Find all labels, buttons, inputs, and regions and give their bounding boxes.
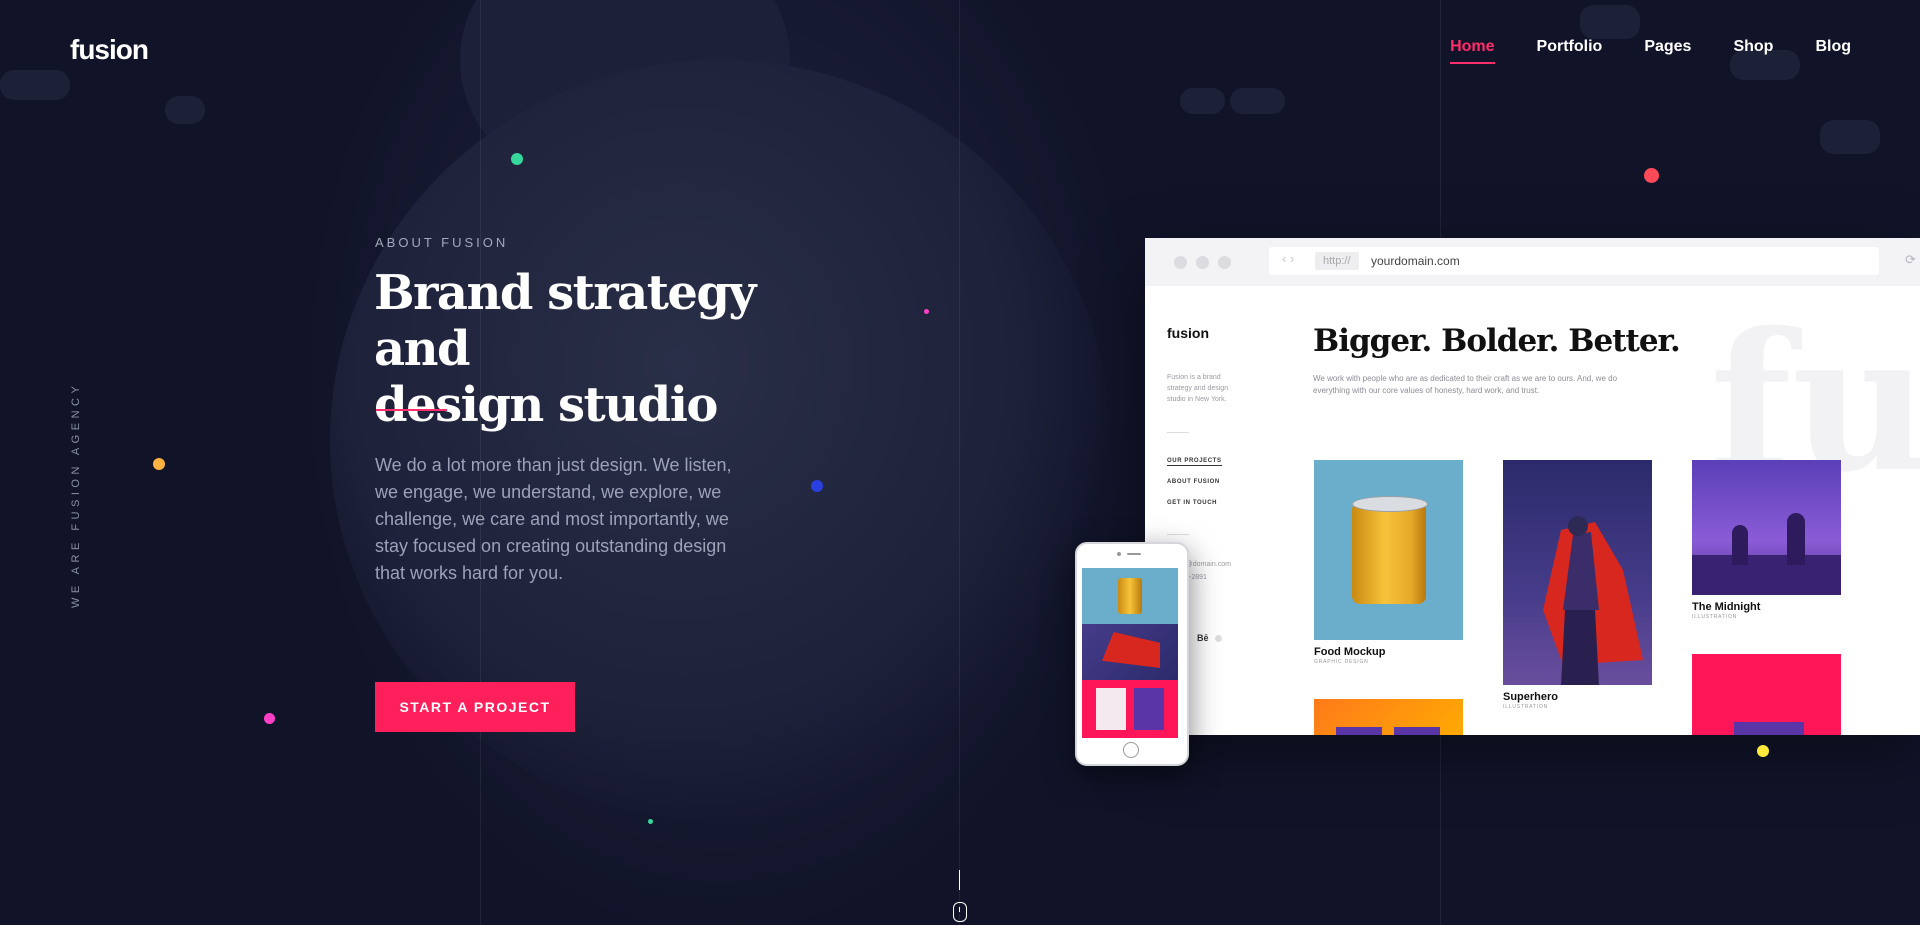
vertical-tagline: WE ARE FUSION AGENCY — [70, 381, 82, 608]
phone-screen — [1082, 568, 1178, 738]
window-dot-icon — [1218, 256, 1231, 269]
site-logo[interactable]: fusion — [70, 34, 149, 66]
bokeh-light — [1180, 88, 1225, 114]
tree-shape — [1787, 513, 1805, 565]
behance-icon: Bē — [1197, 633, 1209, 643]
hill-shape — [1692, 555, 1841, 595]
thumb-shape — [1134, 688, 1164, 730]
phone-speaker — [1127, 553, 1141, 555]
url-domain: yourdomain.com — [1371, 254, 1460, 268]
project-thumb-superhero — [1503, 460, 1652, 685]
phone-camera-icon — [1117, 552, 1121, 556]
decorative-dot — [511, 153, 523, 165]
project-card-orange — [1314, 699, 1463, 735]
back-forward-icon: ‹ › — [1282, 251, 1295, 266]
social-dot-icon — [1215, 635, 1222, 642]
browser-mockup: ‹ › http:// yourdomain.com ⟳ fu fusion F… — [1145, 238, 1920, 735]
tree-shape — [1732, 525, 1748, 565]
decorative-dot — [1757, 745, 1769, 757]
phone-thumb-food — [1082, 568, 1178, 624]
project-category: ILLUSTRATION — [1692, 614, 1738, 620]
project-thumb-food — [1314, 460, 1463, 640]
can-shape — [1118, 578, 1142, 614]
section-eyebrow: ABOUT FUSION — [375, 235, 509, 250]
phone-home-button — [1123, 742, 1139, 758]
cape-shape — [1102, 632, 1160, 668]
project-card-pink — [1692, 654, 1841, 735]
mockup-divider — [1167, 534, 1189, 535]
superhero-illustration — [1543, 516, 1643, 685]
mockup-subtitle: We work with people who are as dedicated… — [1313, 374, 1618, 395]
window-dot-icon — [1196, 256, 1209, 269]
bokeh-light — [1230, 88, 1285, 114]
phone-thumb-pink — [1082, 680, 1178, 738]
scroll-mouse-icon[interactable] — [953, 902, 967, 922]
decorative-dot — [648, 819, 653, 824]
window-dot-icon — [1174, 256, 1187, 269]
project-category: GRAPHIC DESIGN — [1314, 659, 1369, 665]
url-protocol: http:// — [1315, 252, 1359, 270]
project-card-superhero: Superhero ILLUSTRATION — [1503, 460, 1652, 710]
project-name: Superhero — [1503, 691, 1559, 703]
bokeh-light — [0, 70, 70, 100]
project-name: The Midnight — [1692, 601, 1761, 613]
project-thumb-midnight — [1692, 460, 1841, 595]
can-lid-shape — [1352, 496, 1428, 512]
bokeh-light — [165, 96, 205, 124]
decorative-dot — [1644, 168, 1659, 183]
bokeh-light — [1820, 120, 1880, 154]
nav-item-home[interactable]: Home — [1450, 38, 1496, 64]
mockup-title: Bigger. Bolder. Better. — [1313, 323, 1681, 359]
browser-toolbar: ‹ › http:// yourdomain.com ⟳ — [1145, 238, 1920, 286]
project-card-midnight: The Midnight ILLUSTRATION — [1692, 460, 1841, 620]
phone-thumb-superhero — [1082, 624, 1178, 680]
nav-item-pages[interactable]: Pages — [1644, 38, 1691, 56]
nav-item-shop[interactable]: Shop — [1733, 38, 1773, 56]
headline-line-2: design studio — [374, 377, 718, 433]
mockup-nav-projects: OUR PROJECTS — [1167, 458, 1222, 466]
phone-mockup — [1075, 542, 1189, 766]
thumb-shape — [1336, 727, 1382, 735]
grid-line — [959, 0, 960, 925]
project-card-food: Food Mockup GRAPHIC DESIGN — [1314, 460, 1463, 665]
project-thumb-pink — [1692, 654, 1841, 735]
can-shape — [1352, 502, 1426, 604]
hero-headline: Brand strategy and design studio — [374, 265, 804, 433]
hero-description: We do a lot more than just design. We li… — [375, 455, 732, 583]
thumb-shape — [1394, 727, 1440, 735]
nav-item-blog[interactable]: Blog — [1815, 38, 1851, 56]
project-thumb-orange — [1314, 699, 1463, 735]
project-name: Food Mockup — [1314, 646, 1386, 658]
accent-divider — [376, 409, 447, 411]
project-category: ILLUSTRATION — [1503, 704, 1549, 710]
headline-line-1: Brand strategy and — [374, 265, 756, 377]
bokeh-light — [1580, 5, 1640, 39]
scroll-indicator-line — [959, 870, 960, 890]
mockup-nav-contact: GET IN TOUCH — [1167, 500, 1218, 506]
main-nav: Home Portfolio Pages Shop Blog — [1450, 38, 1851, 64]
mockup-divider — [1167, 432, 1189, 433]
thumb-shape — [1734, 722, 1804, 735]
thumb-shape — [1096, 688, 1126, 730]
nav-item-portfolio[interactable]: Portfolio — [1537, 38, 1603, 56]
mockup-logo: fusion — [1167, 325, 1209, 341]
reload-icon: ⟳ — [1905, 252, 1916, 267]
browser-address-bar: ‹ › http:// yourdomain.com — [1269, 247, 1879, 275]
mockup-nav-about: ABOUT FUSION — [1167, 479, 1220, 485]
mockup-about-text: Fusion is a brand strategy and design st… — [1167, 374, 1229, 403]
decorative-dot — [811, 480, 823, 492]
decorative-dot — [264, 713, 275, 724]
start-project-button[interactable]: START A PROJECT — [375, 682, 575, 732]
decorative-dot — [924, 309, 929, 314]
decorative-dot — [153, 458, 165, 470]
